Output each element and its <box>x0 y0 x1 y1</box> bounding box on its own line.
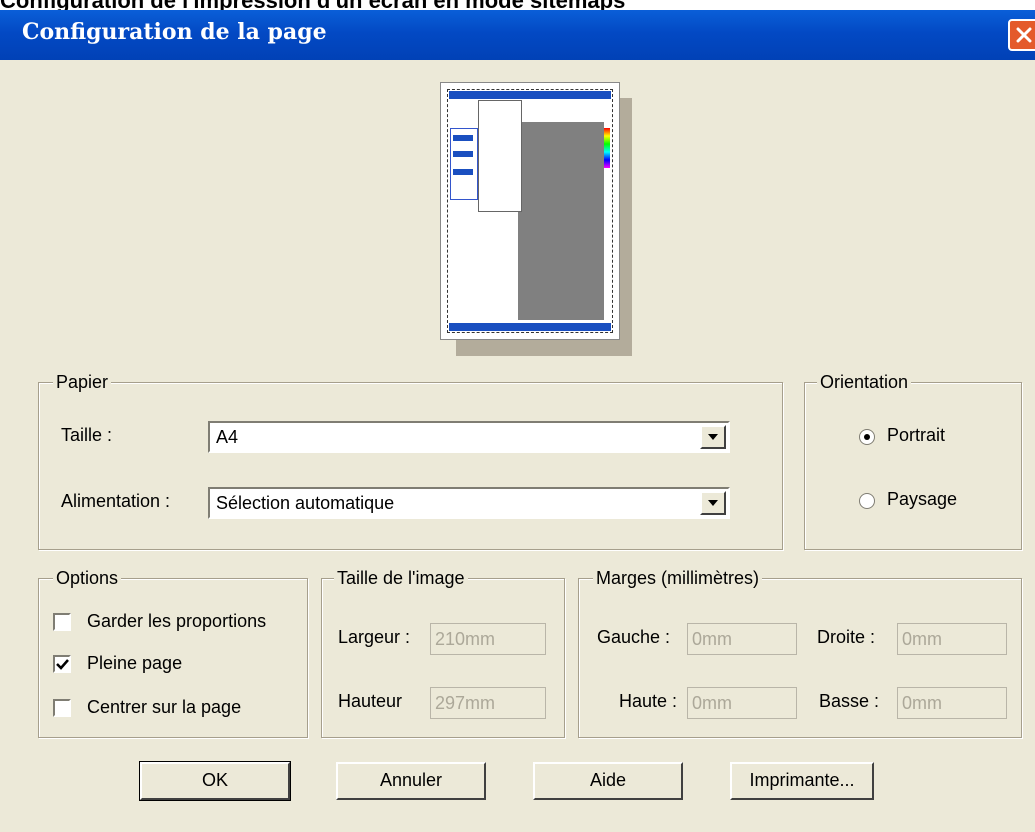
margin-right-field[interactable]: 0mm <box>897 623 1007 655</box>
margin-top-label: Haute : <box>619 691 678 711</box>
keep-proportions-label[interactable]: Garder les proportions <box>87 611 266 632</box>
paper-source-value: Sélection automatique <box>216 493 395 513</box>
paper-source-dropdown-button[interactable] <box>700 491 726 515</box>
height-value: 297mm <box>435 693 496 713</box>
landscape-radio[interactable] <box>859 493 875 509</box>
keep-proportions-checkbox[interactable] <box>53 613 71 631</box>
chevron-down-icon <box>708 500 718 506</box>
full-page-label[interactable]: Pleine page <box>87 653 182 674</box>
paper-group: Papier Taille : A4 Alimentation : Sélect… <box>38 370 783 550</box>
margins-group: Marges (millimètres) Gauche : 0mm Droite… <box>578 566 1022 738</box>
width-value: 210mm <box>435 629 496 649</box>
orientation-group: Orientation Portrait Paysage <box>804 370 1022 550</box>
margin-right-value: 0mm <box>902 629 942 649</box>
checkmark-icon <box>56 659 69 670</box>
margin-left-field[interactable]: 0mm <box>687 623 797 655</box>
page-preview <box>440 82 620 340</box>
close-button[interactable] <box>1008 19 1035 51</box>
chevron-down-icon <box>708 434 718 440</box>
paper-legend: Papier <box>53 370 112 394</box>
image-size-legend: Taille de l'image <box>334 566 468 590</box>
margin-bottom-value: 0mm <box>902 693 942 713</box>
close-icon <box>1016 27 1032 43</box>
margin-top-field[interactable]: 0mm <box>687 687 797 719</box>
help-button[interactable]: Aide <box>533 762 683 800</box>
margin-top-value: 0mm <box>692 693 732 713</box>
title-bar[interactable]: Configuration de la page <box>0 10 1035 60</box>
width-label: Largeur : <box>338 627 411 647</box>
margins-legend: Marges (millimètres) <box>593 566 763 590</box>
portrait-radio[interactable] <box>859 429 875 445</box>
margin-bottom-field[interactable]: 0mm <box>897 687 1007 719</box>
height-field[interactable]: 297mm <box>430 687 546 719</box>
full-page-checkbox[interactable] <box>53 655 71 673</box>
printer-button[interactable]: Imprimante... <box>730 762 874 800</box>
dialog-body: Papier Taille : A4 Alimentation : Sélect… <box>4 60 1031 828</box>
page-setup-dialog: Configuration de la page Papier Taille : <box>0 10 1035 832</box>
margin-bottom-label: Basse : <box>819 691 880 711</box>
paper-size-value: A4 <box>216 427 239 447</box>
margin-left-value: 0mm <box>692 629 732 649</box>
paper-size-dropdown-button[interactable] <box>700 425 726 449</box>
margin-right-label: Droite : <box>817 627 876 647</box>
source-label: Alimentation : <box>61 491 171 511</box>
paper-source-select[interactable]: Sélection automatique <box>208 487 730 519</box>
options-group: Options Garder les proportions Pleine pa… <box>38 566 308 738</box>
ok-button[interactable]: OK <box>139 761 291 801</box>
size-label: Taille : <box>61 425 113 445</box>
landscape-label[interactable]: Paysage <box>887 489 957 510</box>
height-label: Hauteur <box>338 691 403 711</box>
options-legend: Options <box>53 566 122 590</box>
page-preview-content <box>447 89 613 333</box>
orientation-legend: Orientation <box>817 370 912 394</box>
image-size-group: Taille de l'image Largeur : 210mm Hauteu… <box>321 566 565 738</box>
margin-left-label: Gauche : <box>597 627 671 647</box>
portrait-label[interactable]: Portrait <box>887 425 945 446</box>
paper-size-select[interactable]: A4 <box>208 421 730 453</box>
cancel-button[interactable]: Annuler <box>336 762 486 800</box>
center-page-checkbox[interactable] <box>53 699 71 717</box>
dialog-title: Configuration de la page <box>22 19 327 45</box>
center-page-label[interactable]: Centrer sur la page <box>87 697 241 718</box>
width-field[interactable]: 210mm <box>430 623 546 655</box>
